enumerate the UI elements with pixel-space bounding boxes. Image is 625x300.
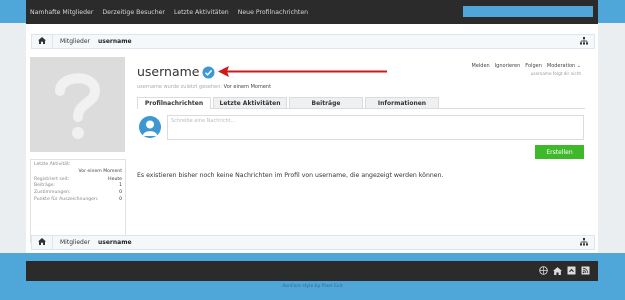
breadcrumb-separator <box>52 35 53 48</box>
placeholder-question-icon <box>55 73 101 139</box>
footer-bar <box>26 261 598 281</box>
last-seen-value: Vor einem Moment <box>223 84 272 90</box>
breadcrumb: Mitglieder username <box>31 34 595 49</box>
stat-label: Registriert seit: <box>34 176 70 182</box>
report-link[interactable]: Melden <box>472 63 490 69</box>
red-arrow-annotation <box>217 64 389 83</box>
top-nav-links: Namhafte Mitglieder Derzeitige Besucher … <box>26 9 308 16</box>
stat-value[interactable]: 0 <box>119 197 122 202</box>
stat-label: Beiträge: <box>34 183 56 189</box>
stat-row: Zustimmungen: 0 <box>31 189 125 196</box>
tab-information[interactable]: Informationen <box>365 97 439 108</box>
top-nav-bar: Namhafte Mitglieder Derzeitige Besucher … <box>26 0 598 24</box>
stat-row: Beiträge: 1 <box>31 183 125 190</box>
breadcrumb-current[interactable]: username <box>98 38 140 45</box>
tab-posts[interactable]: Beiträge <box>289 97 363 108</box>
member-stats-box: Letzte Aktivität: Vor einem Moment Regis… <box>30 159 126 243</box>
profile-tabs: Profilnachrichten Letzte Aktivitäten Bei… <box>137 97 585 109</box>
profile-actions: Melden Ignorieren Folgen Moderation ⌄ <box>472 63 582 69</box>
home-icon[interactable] <box>32 238 52 247</box>
sitemap-icon[interactable] <box>580 238 588 248</box>
nav-link-new-profile-posts[interactable]: Neue Profilnachrichten <box>238 9 308 16</box>
stat-label: Zustimmungen: <box>34 189 71 195</box>
home-icon[interactable] <box>553 266 562 275</box>
last-activity-label: Letzte Aktivität: <box>34 162 71 167</box>
post-submit-button[interactable]: Erstellen <box>535 145 584 159</box>
language-globe-icon[interactable] <box>539 266 548 275</box>
tab-latest-activity[interactable]: Letzte Aktivitäten <box>213 97 287 108</box>
stat-value: Heute <box>108 176 122 182</box>
follows-status: username folgt dir nicht <box>530 71 581 76</box>
nav-link-notable-members[interactable]: Namhafte Mitglieder <box>30 9 93 16</box>
chevron-down-icon: ⌄ <box>576 63 581 69</box>
tab-profile-posts[interactable]: Profilnachrichten <box>137 97 211 109</box>
home-icon[interactable] <box>32 37 52 46</box>
breadcrumb-members[interactable]: Mitglieder <box>60 239 98 246</box>
breadcrumb-current[interactable]: username <box>98 239 140 246</box>
search-input[interactable] <box>463 6 593 17</box>
verified-badge-icon <box>202 64 215 83</box>
nav-link-current-visitors[interactable]: Derzeitige Besucher <box>102 9 165 16</box>
profile-username: username <box>137 64 200 79</box>
main-container: Mitglieder username Letzte Aktivität: Vo… <box>26 24 598 253</box>
stat-value[interactable]: 1 <box>119 183 122 188</box>
breadcrumb-separator <box>52 236 53 249</box>
last-activity-value: Vor einem Moment <box>78 169 122 174</box>
stat-row: Punkte für Auszeichnungen: 0 <box>31 196 125 203</box>
sitemap-icon[interactable] <box>580 37 588 47</box>
stat-row: Registriert seit: Heute <box>31 176 125 183</box>
profile-avatar[interactable] <box>30 57 125 152</box>
stat-value[interactable]: 0 <box>119 190 122 195</box>
moderation-dropdown[interactable]: Moderation ⌄ <box>547 63 581 69</box>
profile-post-input[interactable] <box>167 115 584 140</box>
empty-messages-notice: Es existieren bisher noch keine Nachrich… <box>137 172 444 179</box>
back-to-top-icon[interactable] <box>567 266 576 275</box>
user-avatar-icon <box>139 116 161 138</box>
rss-icon[interactable] <box>581 266 590 275</box>
last-seen: username wurde zuletzt gesehen: Vor eine… <box>137 84 271 90</box>
breadcrumb-bottom: Mitglieder username <box>31 235 595 250</box>
last-seen-prefix: username wurde zuletzt gesehen: <box>137 84 223 90</box>
stat-label: Punkte für Auszeichnungen: <box>34 196 99 202</box>
breadcrumb-members[interactable]: Mitglieder <box>60 38 98 45</box>
moderation-label: Moderation <box>546 63 576 69</box>
follow-link[interactable]: Folgen <box>525 63 542 69</box>
nav-link-latest-activity[interactable]: Letzte Aktivitäten <box>174 9 229 16</box>
footer-icons <box>539 266 590 275</box>
ignore-link[interactable]: Ignorieren <box>495 63 521 69</box>
style-credit-link[interactable]: XenForo style by Pixel Exit <box>0 284 625 289</box>
